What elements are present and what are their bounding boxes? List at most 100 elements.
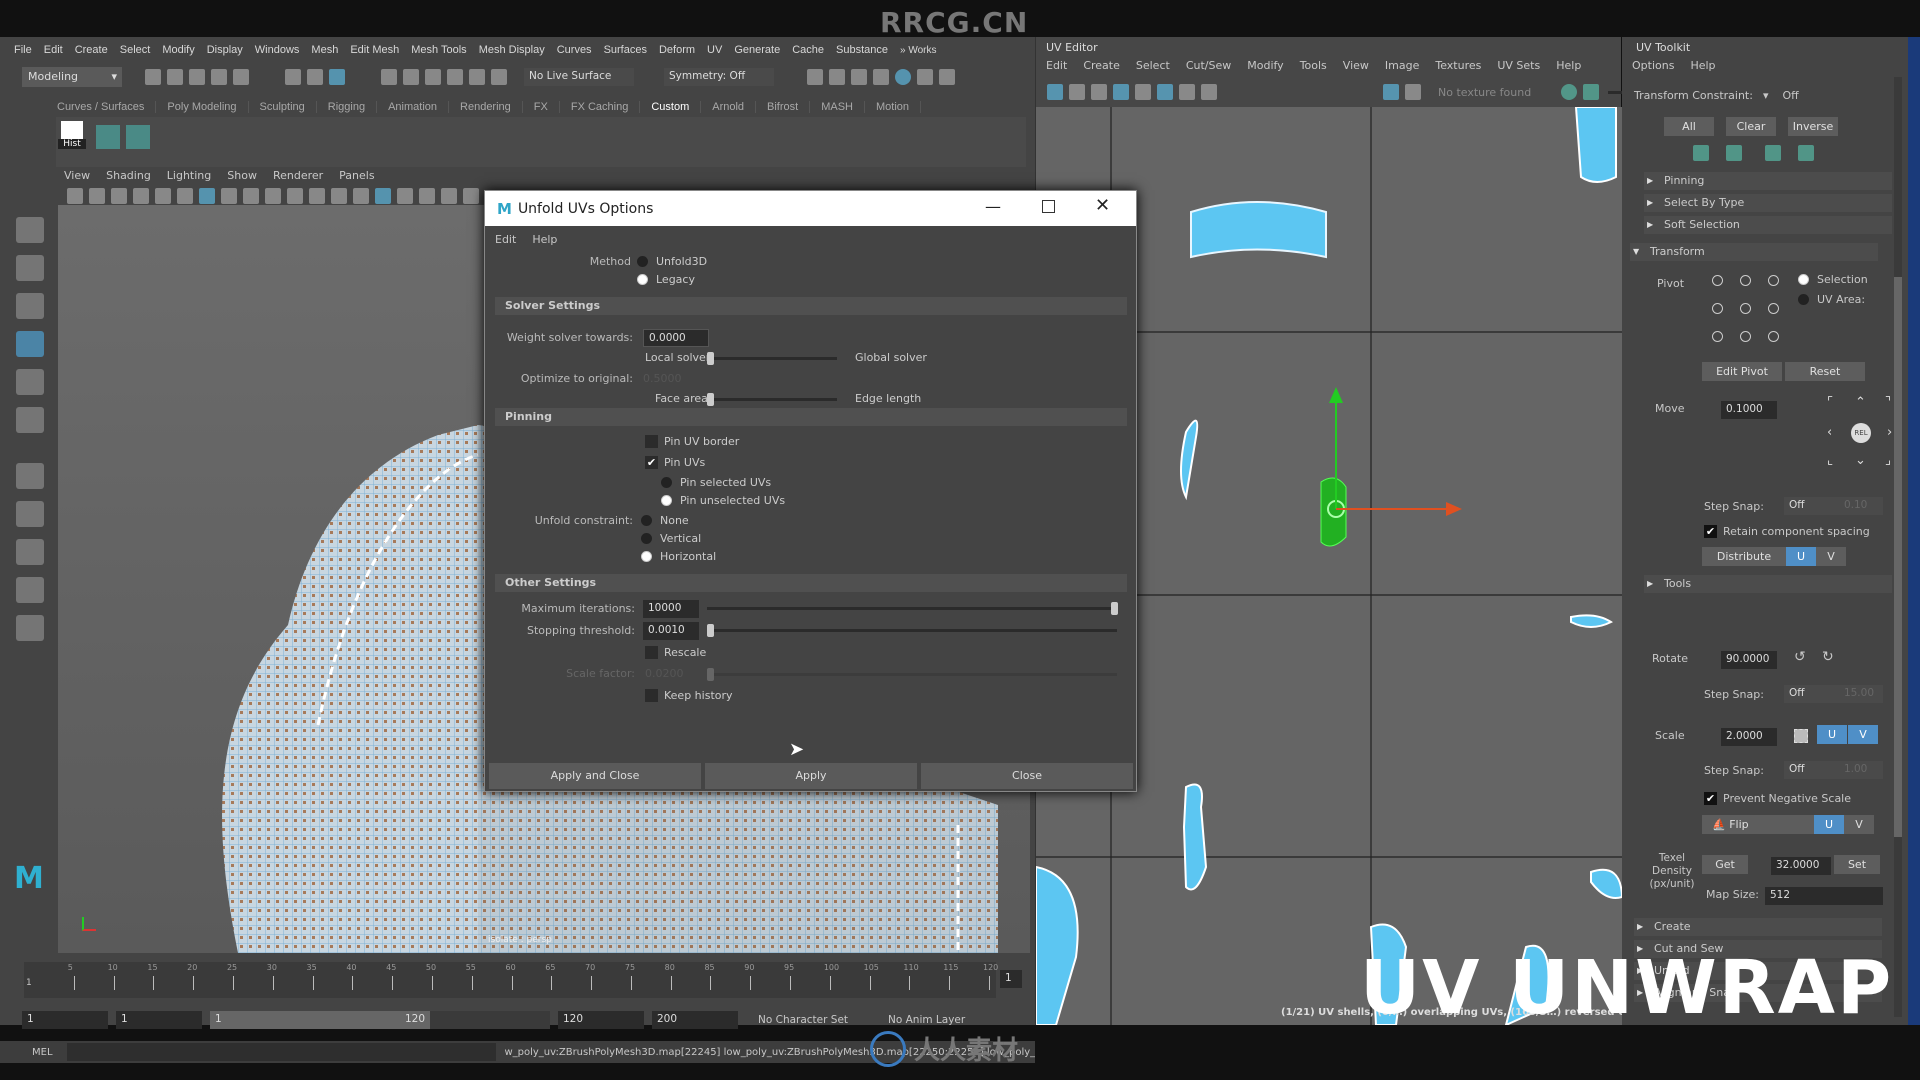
optimize-field[interactable]: 0.5000	[643, 372, 682, 385]
open-scene-icon[interactable]	[167, 69, 183, 85]
camera-lock-icon[interactable]	[89, 188, 105, 204]
menu-uv[interactable]: UV	[707, 44, 722, 56]
bookmark-icon[interactable]	[111, 188, 127, 204]
constraint-horizontal-radio[interactable]: Horizontal	[641, 550, 716, 563]
field-chart-icon[interactable]	[287, 188, 303, 204]
toolkit-menu-help[interactable]: Help	[1690, 59, 1715, 72]
vp-menu-panels[interactable]: Panels	[339, 169, 374, 182]
constraint-vertical-radio[interactable]: Vertical	[641, 532, 701, 545]
close-icon[interactable]: ✕	[1095, 195, 1110, 216]
move-down-right-icon[interactable]: ⌟	[1885, 453, 1891, 468]
grease-pencil-icon[interactable]	[177, 188, 193, 204]
menu-curves[interactable]: Curves	[557, 44, 592, 56]
dialog-menu-help[interactable]: Help	[532, 233, 557, 246]
hypershade-icon[interactable]	[895, 69, 911, 85]
end-time-field[interactable]: 200	[652, 1011, 738, 1029]
start-time-field[interactable]: 1	[22, 1011, 108, 1029]
character-set-dropdown[interactable]: No Character Set	[758, 1014, 888, 1026]
step-snap-dropdown[interactable]: Off	[1783, 761, 1839, 779]
step-snap-value[interactable]: 1.00	[1838, 761, 1883, 779]
uv-menu-modify[interactable]: Modify	[1247, 59, 1283, 72]
move-right-icon[interactable]: ›	[1887, 425, 1892, 440]
snap-surface-icon[interactable]	[469, 69, 485, 85]
other-settings-header[interactable]: Other Settings	[495, 574, 1127, 592]
retain-spacing-checkbox[interactable]: ✔ Retain component spacing	[1704, 525, 1870, 538]
smooth-shade-icon[interactable]	[375, 188, 391, 204]
display-image-icon[interactable]	[1383, 84, 1399, 100]
menu-windows[interactable]: Windows	[255, 44, 300, 56]
shelf-tab[interactable]: FX	[523, 101, 560, 113]
stopping-threshold-slider[interactable]	[707, 624, 1117, 637]
scale-factor-slider[interactable]	[707, 668, 1117, 681]
method-unfold3d-radio[interactable]: Unfold3D	[637, 255, 707, 268]
uv-distortion-icon[interactable]	[1135, 84, 1151, 100]
texture-dropdown[interactable]: No texture found	[1438, 86, 1558, 99]
render-settings-icon[interactable]	[873, 69, 889, 85]
scale-value-field[interactable]: 2.0000	[1721, 728, 1777, 746]
safe-title-icon[interactable]	[331, 188, 347, 204]
uv-shell-icon[interactable]	[1047, 84, 1063, 100]
move-down-icon[interactable]: ⌄	[1855, 453, 1866, 468]
menu-display[interactable]: Display	[207, 44, 243, 56]
menu-surfaces[interactable]: Surfaces	[604, 44, 647, 56]
pivot-point-radio[interactable]	[1768, 303, 1779, 314]
distribute-button[interactable]: Distribute	[1702, 547, 1786, 566]
checker-icon[interactable]	[1405, 84, 1421, 100]
menu-cache[interactable]: Cache	[792, 44, 824, 56]
rotate-value-field[interactable]: 90.0000	[1721, 651, 1777, 669]
flip-u-toggle[interactable]: U	[1814, 815, 1844, 834]
uv-menu-textures[interactable]: Textures	[1435, 59, 1481, 72]
move-down-left-icon[interactable]: ⌞	[1827, 453, 1833, 468]
get-texel-button[interactable]: Get	[1702, 855, 1748, 874]
menu-edit-mesh[interactable]: Edit Mesh	[350, 44, 399, 56]
move-value-field[interactable]: 0.1000	[1721, 401, 1777, 419]
move-up-right-icon[interactable]: ⌝	[1885, 395, 1891, 410]
pivot-point-radio[interactable]	[1712, 331, 1723, 342]
apply-and-close-button[interactable]: Apply and Close	[489, 763, 701, 789]
vp-menu-view[interactable]: View	[64, 169, 90, 182]
film-gate-icon[interactable]	[221, 188, 237, 204]
weight-solver-slider[interactable]	[707, 352, 837, 365]
pin-uvs-checkbox[interactable]: ✔ Pin UVs	[645, 456, 705, 469]
render-setup-icon[interactable]	[917, 69, 933, 85]
uv-menu-create[interactable]: Create	[1083, 59, 1120, 72]
shelf-contract-icon[interactable]	[126, 125, 150, 149]
live-surface-field[interactable]: No Live Surface	[524, 68, 634, 86]
section-soft-selection[interactable]: Soft Selection	[1644, 216, 1892, 234]
move-up-icon[interactable]: ⌃	[1855, 395, 1866, 410]
uv-grid-toggle-icon[interactable]	[1157, 84, 1173, 100]
clear-selection-button[interactable]: Clear	[1726, 117, 1776, 136]
select-hierarchy-icon[interactable]	[285, 69, 301, 85]
uv-menu-view[interactable]: View	[1343, 59, 1369, 72]
shelf-expand-icon[interactable]	[96, 125, 120, 149]
vp-menu-shading[interactable]: Shading	[106, 169, 151, 182]
move-up-left-icon[interactable]: ⌜	[1827, 395, 1833, 410]
scale-factor-field[interactable]: 0.0200	[645, 667, 684, 680]
image-plane-icon[interactable]	[133, 188, 149, 204]
grow-icon[interactable]	[1765, 145, 1781, 161]
uv-menu-image[interactable]: Image	[1385, 59, 1419, 72]
set-texel-button[interactable]: Set	[1834, 855, 1880, 874]
menu-substance[interactable]: Substance	[836, 44, 888, 56]
shelf-tab[interactable]: Bifrost	[756, 101, 811, 113]
stopping-threshold-field[interactable]: 0.0010	[643, 622, 699, 640]
toolkit-menu-options[interactable]: Options	[1632, 59, 1674, 72]
uv-menu-select[interactable]: Select	[1136, 59, 1170, 72]
flip-button[interactable]: ⛵ Flip	[1702, 815, 1814, 834]
shelf-tab[interactable]: Rigging	[317, 101, 378, 113]
move-tool-icon[interactable]	[16, 331, 44, 357]
scale-u-toggle[interactable]: U	[1817, 725, 1847, 744]
uv-menu-tools[interactable]: Tools	[1300, 59, 1327, 72]
pivot-point-radio[interactable]	[1740, 331, 1751, 342]
rotate-ccw-icon[interactable]: ↺	[1794, 649, 1806, 665]
shrink-icon[interactable]	[1693, 145, 1709, 161]
inverse-selection-button[interactable]: Inverse	[1788, 117, 1838, 136]
pivot-point-radio[interactable]	[1740, 303, 1751, 314]
vp-menu-show[interactable]: Show	[227, 169, 257, 182]
pivot-point-radio[interactable]	[1768, 275, 1779, 286]
shelf-tab[interactable]: MASH	[810, 101, 865, 113]
minimize-icon[interactable]: —	[985, 197, 1001, 216]
snap-grid-icon[interactable]	[381, 69, 397, 85]
uv-shade-icon[interactable]	[1091, 84, 1107, 100]
shelf-tab[interactable]: Motion	[865, 101, 922, 113]
